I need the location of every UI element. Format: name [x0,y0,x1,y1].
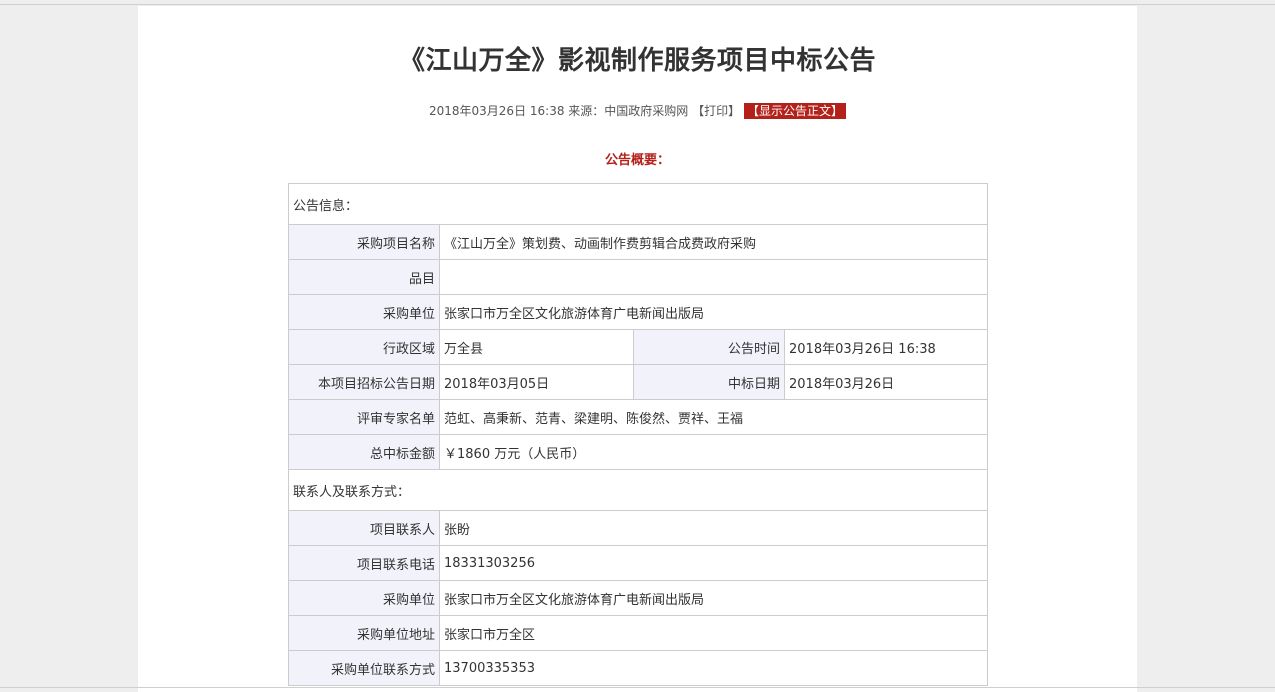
show-announcement-button[interactable]: 【显示公告正文】 [743,103,846,119]
value-bid-notice-date: 2018年03月05日 [439,364,634,400]
table-row: 总中标金额 ￥1860 万元（人民币） [288,434,988,470]
value-region: 万全县 [439,329,634,365]
publish-datetime: 2018年03月26日 16:38 [428,104,565,118]
value-publish-time: 2018年03月26日 16:38 [784,329,988,365]
label-award-date: 中标日期 [633,364,785,400]
table-row: 采购单位 张家口市万全区文化旅游体育广电新闻出版局 [288,580,988,616]
label-bid-notice-date: 本项目招标公告日期 [288,364,440,400]
value-experts: 范虹、高秉新、范青、梁建明、陈俊然、贾祥、王福 [439,399,988,435]
value-buyer-contact: 13700335353 [439,650,988,686]
table-row: 项目联系人 张盼 [288,510,988,546]
value-contact-phone: 18331303256 [439,545,988,581]
label-buyer-contact: 采购单位联系方式 [288,650,440,686]
label-buyer-address: 采购单位地址 [288,615,440,651]
label-experts: 评审专家名单 [288,399,440,435]
label-publish-time: 公告时间 [633,329,785,365]
table-row: 项目联系电话 18331303256 [288,545,988,581]
value-award-date: 2018年03月26日 [784,364,988,400]
print-link[interactable]: 【打印】 [692,104,740,118]
label-contact-phone: 项目联系电话 [288,545,440,581]
label-total-amount: 总中标金额 [288,434,440,470]
label-region: 行政区域 [288,329,440,365]
bottom-border [0,687,1275,688]
value-buyer: 张家口市万全区文化旅游体育广电新闻出版局 [439,294,988,330]
value-total-amount: ￥1860 万元（人民币） [439,434,988,470]
source-text: 来源：中国政府采购网 [568,104,689,118]
page-content: 《江山万全》影视制作服务项目中标公告 2018年03月26日 16:38 来源：… [138,6,1137,692]
label-contact-person: 项目联系人 [288,510,440,546]
announcement-meta: 2018年03月26日 16:38 来源：中国政府采购网 【打印】 【显示公告正… [138,102,1137,119]
label-contact-buyer: 采购单位 [288,580,440,616]
label-buyer: 采购单位 [288,294,440,330]
value-project-name: 《江山万全》策划费、动画制作费剪辑合成费政府采购 [439,224,988,260]
value-category [439,259,988,295]
table-row: 采购项目名称 《江山万全》策划费、动画制作费剪辑合成费政府采购 [288,224,988,260]
value-contact-buyer: 张家口市万全区文化旅游体育广电新闻出版局 [439,580,988,616]
value-contact-person: 张盼 [439,510,988,546]
label-project-name: 采购项目名称 [288,224,440,260]
table-row: 行政区域 万全县 公告时间 2018年03月26日 16:38 [288,329,988,365]
table-row: 品目 [288,259,988,295]
announcement-summary-table: 公告信息： 采购项目名称 《江山万全》策划费、动画制作费剪辑合成费政府采购 品目… [288,183,988,686]
section-heading-announcement-info: 公告信息： [288,183,988,225]
section-heading-contacts: 联系人及联系方式： [288,469,988,511]
top-border [0,4,1275,5]
table-row: 本项目招标公告日期 2018年03月05日 中标日期 2018年03月26日 [288,364,988,400]
table-row: 评审专家名单 范虹、高秉新、范青、梁建明、陈俊然、贾祥、王福 [288,399,988,435]
page-title: 《江山万全》影视制作服务项目中标公告 [398,46,876,76]
value-buyer-address: 张家口市万全区 [439,615,988,651]
table-row: 采购单位地址 张家口市万全区 [288,615,988,651]
table-row: 采购单位联系方式 13700335353 [288,650,988,686]
overview-heading: 公告概要： [604,153,670,168]
table-row: 采购单位 张家口市万全区文化旅游体育广电新闻出版局 [288,294,988,330]
label-category: 品目 [288,259,440,295]
